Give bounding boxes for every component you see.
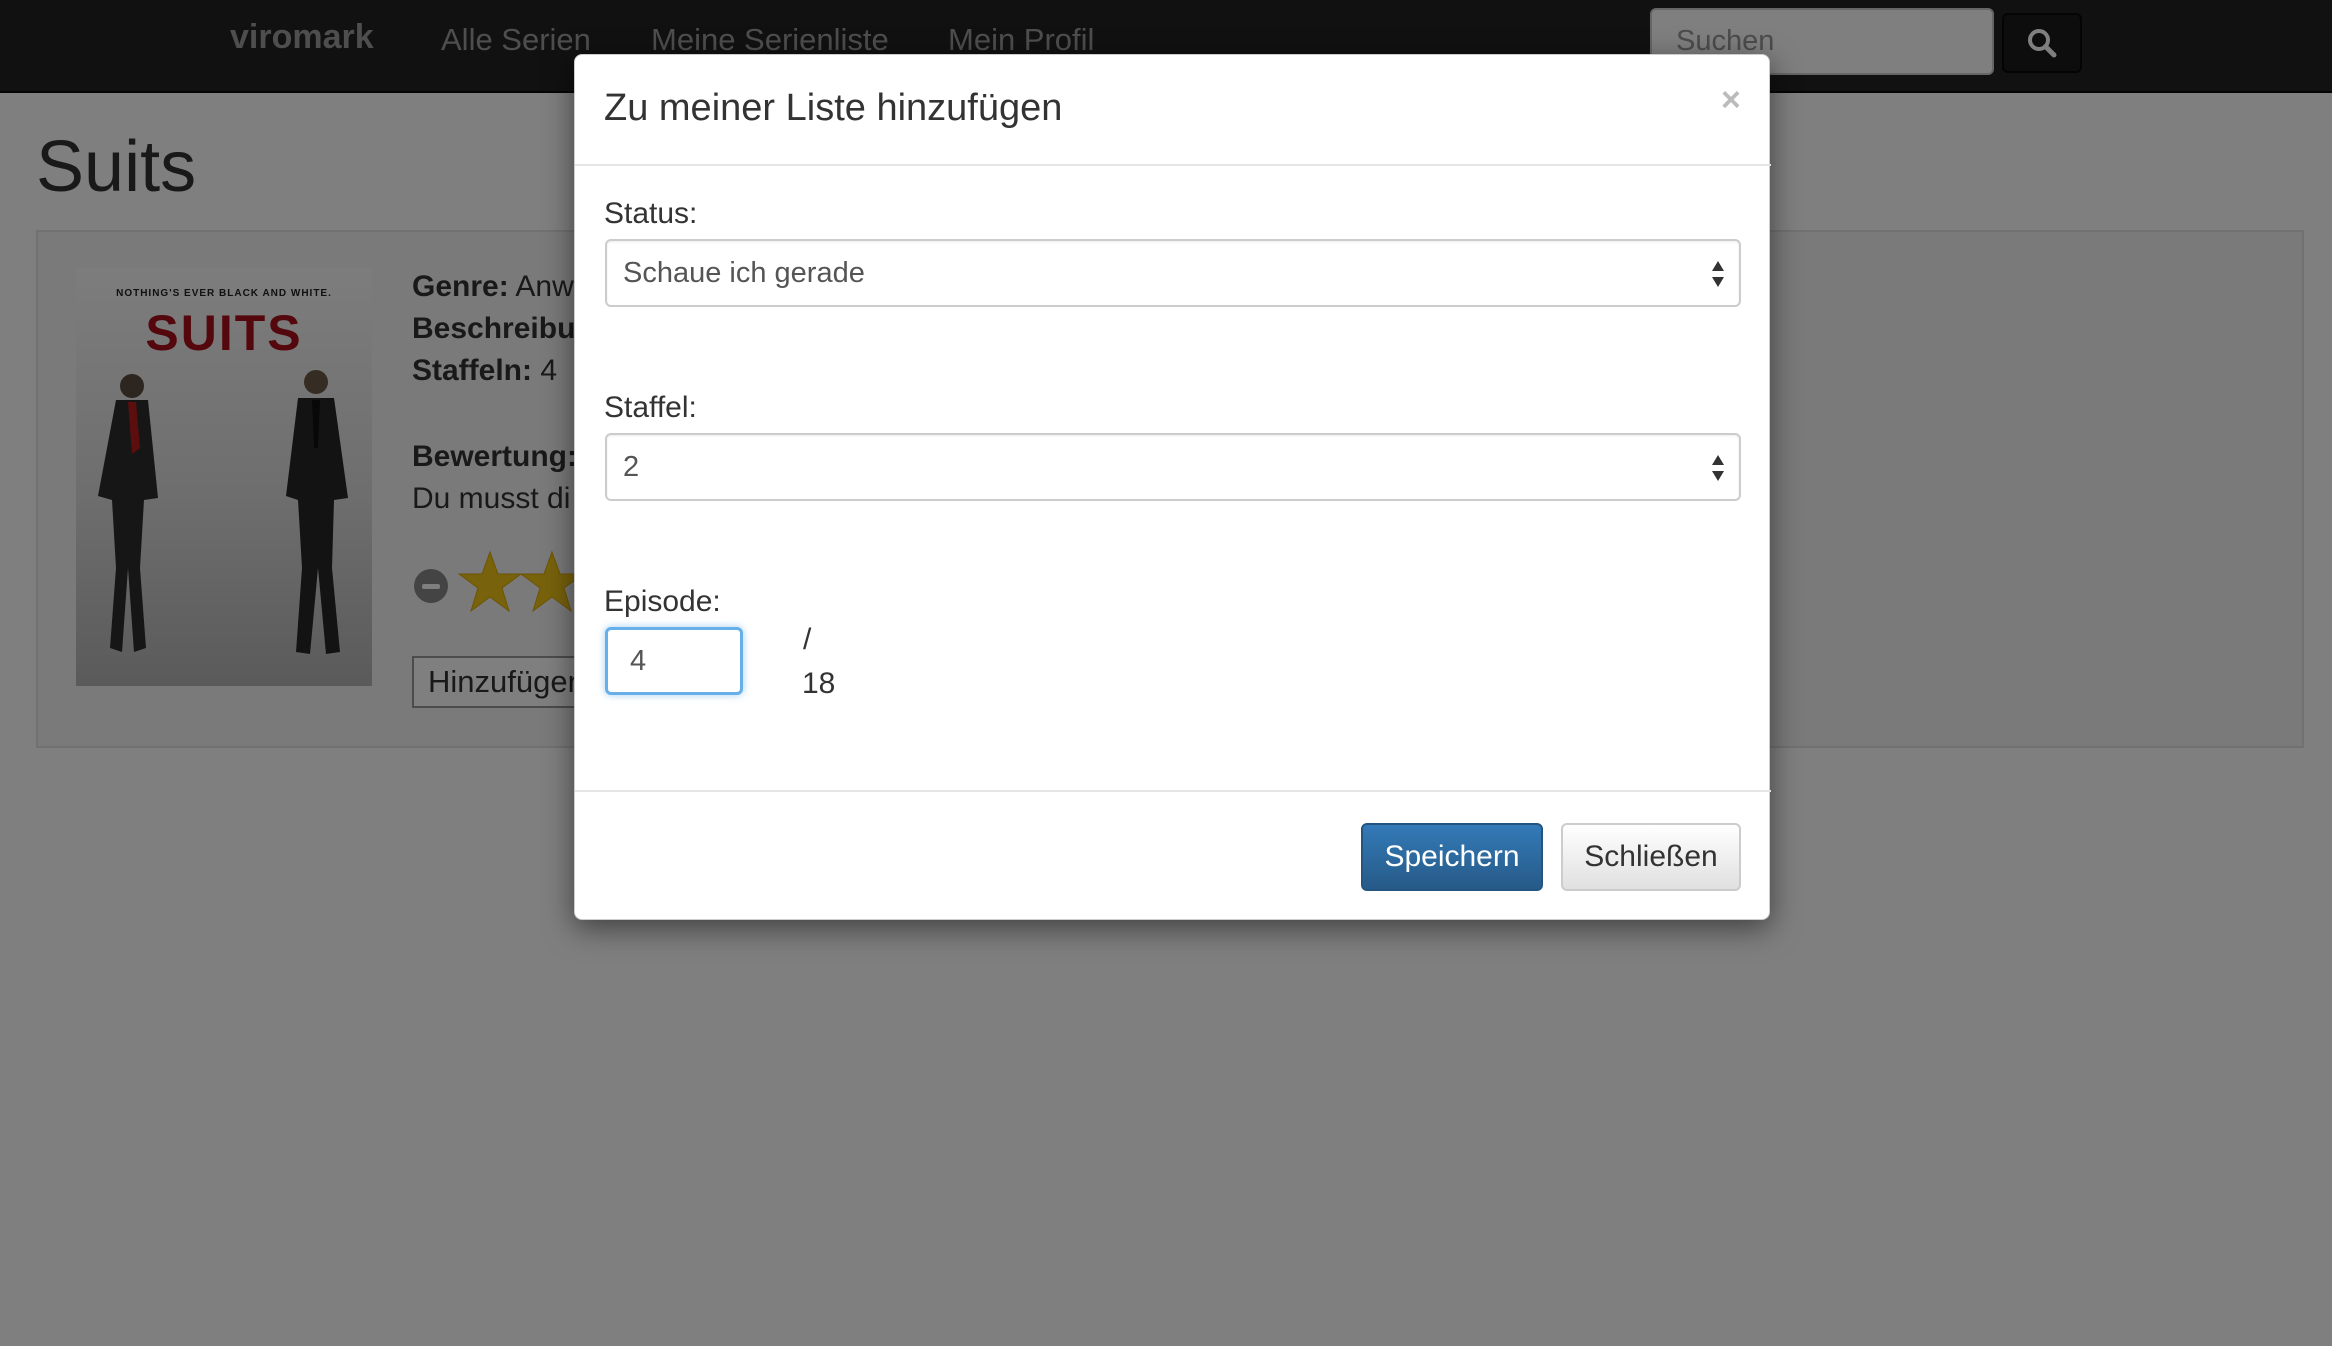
episode-label: Episode: [604,585,721,618]
episode-input[interactable] [605,627,743,695]
close-button[interactable]: Schließen [1561,823,1741,891]
season-select-value: 2 [623,450,640,483]
status-select-value: Schaue ich gerade [623,256,865,289]
status-select[interactable]: Schaue ich gerade [605,239,1741,307]
modal-footer-divider [575,790,1771,792]
status-label: Status: [604,197,698,230]
episode-total: 18 [802,667,836,700]
select-arrows-icon [1712,261,1724,287]
select-arrows-icon [1712,455,1724,481]
season-label: Staffel: [604,391,697,424]
modal-title: Zu meiner Liste hinzufügen [604,87,1063,129]
save-button[interactable]: Speichern [1361,823,1543,891]
add-to-list-modal: Zu meiner Liste hinzufügen × Status: Sch… [574,54,1771,920]
season-select[interactable]: 2 [605,433,1741,501]
episode-separator: / [803,623,812,656]
modal-header-divider [575,164,1771,166]
close-icon[interactable]: × [1721,81,1741,120]
